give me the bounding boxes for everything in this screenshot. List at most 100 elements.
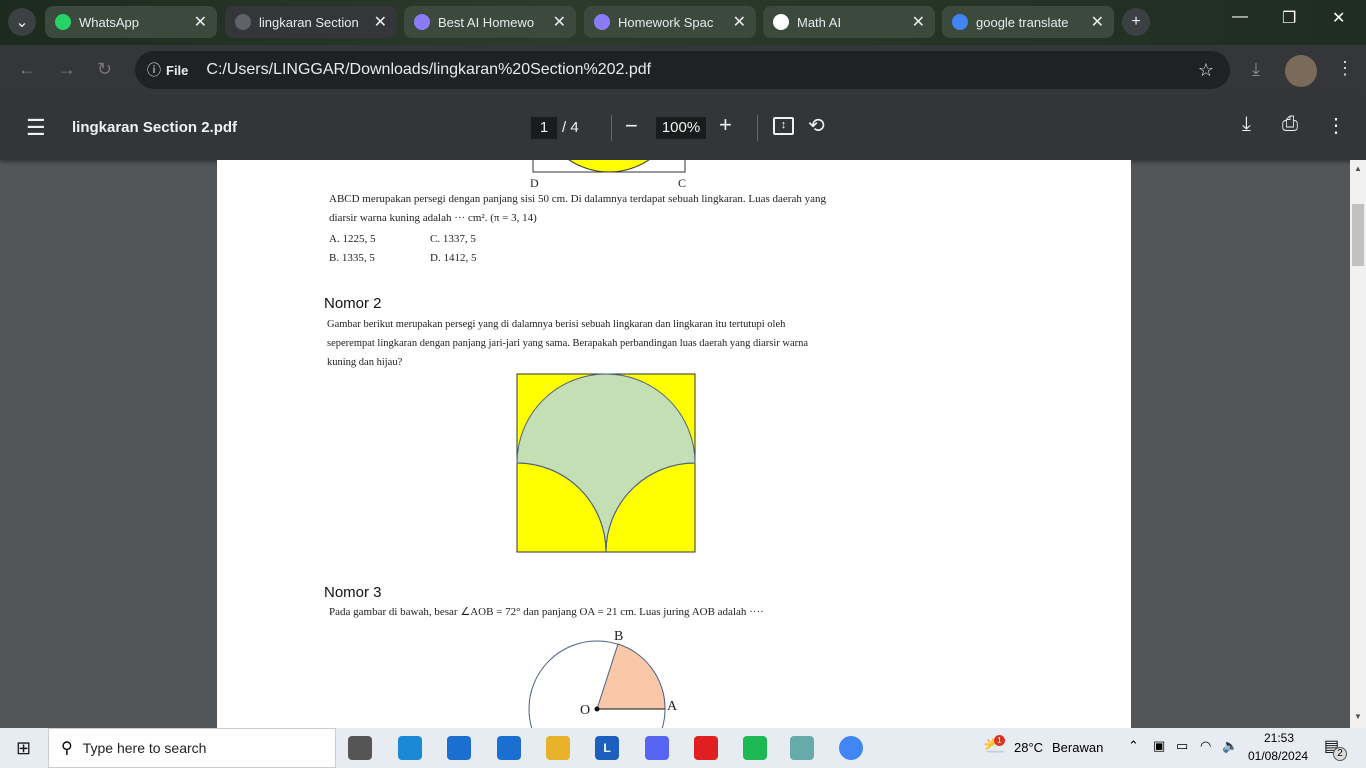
volume-icon[interactable]: 🔈 [1222, 738, 1238, 754]
taskbar-app-mail-icon[interactable] [497, 736, 521, 760]
label-d: D [530, 176, 539, 190]
menu-kebab-icon[interactable]: ⋮ [1336, 58, 1354, 79]
back-icon[interactable]: ← [18, 59, 36, 80]
label-b: B [614, 629, 624, 644]
hamburger-menu-icon[interactable]: ☰ [26, 115, 46, 141]
q3-sector [596, 643, 666, 710]
zoom-in-button[interactable]: + [719, 112, 732, 138]
label-c: C [678, 176, 687, 190]
close-tab-icon[interactable]: ✕ [912, 12, 925, 32]
q3-text: Pada gambar di bawah, besar ∠AOB = 72° d… [329, 606, 764, 618]
taskbar-app-L-icon[interactable]: L [595, 736, 619, 760]
tab-label: WhatsApp [79, 14, 139, 30]
q2-heading: Nomor 2 [324, 295, 382, 312]
address-bar-row: ← → ↻ ⓘ File C:/Users/LINGGAR/Downloads/… [0, 45, 1366, 97]
omnibox[interactable]: ⓘ File C:/Users/LINGGAR/Downloads/lingka… [135, 51, 1230, 89]
downloads-icon[interactable]: ⤓ [1252, 59, 1260, 80]
taskbar-app-file-explorer-icon[interactable] [546, 736, 570, 760]
taskbar: ⊞ ⚲ Type here to search L ⛅ 1 28°C Beraw… [0, 728, 1366, 768]
tab-strip: ⌄ WhatsApp ✕ lingkaran Section ✕ Best AI Hom… [0, 0, 1366, 45]
url-scheme-chip[interactable]: File [166, 63, 188, 78]
q1-option-c: C. 1337, 5 [430, 233, 476, 245]
whatsapp-icon [55, 14, 71, 30]
zoom-input[interactable]: 100% [656, 117, 706, 139]
tab-label: Best AI Homewo [438, 14, 535, 30]
taskbar-app-discord-icon[interactable] [645, 736, 669, 760]
divider [611, 115, 612, 141]
vertical-scrollbar[interactable]: ▲ ▼ [1350, 160, 1366, 728]
divider [757, 115, 758, 141]
tab-1[interactable]: lingkaran Section ✕ [225, 6, 397, 38]
tab-search-button[interactable]: ⌄ [8, 8, 36, 36]
battery-icon[interactable]: ▭ [1176, 738, 1188, 754]
tab-label: google translate [976, 14, 1069, 30]
q1-circle [568, 160, 650, 172]
q1-text: ABCD merupakan persegi dengan panjang si… [329, 193, 826, 205]
close-window-button[interactable]: ✕ [1332, 8, 1345, 28]
tab-3[interactable]: Homework Spac ✕ [584, 6, 756, 38]
bookmark-star-icon[interactable]: ☆ [1198, 60, 1214, 81]
tab-0[interactable]: WhatsApp ✕ [45, 6, 217, 38]
forward-icon[interactable]: → [58, 59, 76, 80]
ai-gem-icon [414, 14, 430, 30]
weather-text[interactable]: Berawan [1052, 740, 1103, 755]
info-icon[interactable]: ⓘ [147, 60, 161, 80]
more-actions-icon[interactable]: ⋮ [1326, 113, 1346, 138]
restore-button[interactable]: ❐ [1282, 8, 1296, 28]
tab-2[interactable]: Best AI Homewo ✕ [404, 6, 576, 38]
taskbar-app-spotify-icon[interactable] [743, 736, 767, 760]
close-tab-icon[interactable]: ✕ [733, 12, 746, 32]
camera-icon[interactable]: ▣ [1153, 738, 1165, 754]
tab-label: Math AI [797, 14, 842, 30]
label-a: A [667, 699, 678, 714]
close-tab-icon[interactable]: ✕ [194, 12, 207, 32]
clock-time[interactable]: 21:53 [1264, 731, 1294, 745]
taskbar-app-chrome-icon[interactable] [839, 736, 863, 760]
download-icon[interactable]: ⤓ [1242, 113, 1251, 136]
zoom-out-button[interactable]: − [625, 113, 638, 139]
tab-5[interactable]: google translate ✕ [942, 6, 1114, 38]
q3-center-point [594, 706, 600, 712]
taskbar-app-notes-icon[interactable] [790, 736, 814, 760]
q2-text: seperempat lingkaran dengan panjang jari… [327, 338, 809, 349]
math-ai-icon [773, 14, 789, 30]
taskbar-app-store-icon[interactable] [447, 736, 471, 760]
weather-badge: 1 [994, 735, 1005, 746]
page-number-input[interactable]: 1 [531, 117, 557, 139]
taskbar-app-youtube-music-icon[interactable] [694, 736, 718, 760]
label-o: O [580, 703, 591, 718]
chevron-up-icon[interactable]: ⌃ [1128, 738, 1139, 754]
rotate-icon[interactable]: ⟲ [808, 113, 825, 138]
wifi-icon[interactable]: ◠ [1200, 738, 1211, 754]
close-tab-icon[interactable]: ✕ [553, 12, 566, 32]
ai-gem-icon [594, 14, 610, 30]
close-tab-icon[interactable]: ✕ [1091, 12, 1104, 32]
q2-text: kuning dan hijau? [327, 357, 403, 368]
taskbar-app-task-view-icon[interactable] [348, 736, 372, 760]
clock-date[interactable]: 01/08/2024 [1248, 749, 1308, 763]
minimize-button[interactable]: — [1232, 8, 1248, 26]
taskbar-search-box[interactable]: ⚲ Type here to search [48, 728, 336, 768]
page-total: / 4 [562, 119, 579, 136]
new-tab-button[interactable]: + [1122, 8, 1150, 36]
tab-4[interactable]: Math AI ✕ [763, 6, 935, 38]
reload-icon[interactable]: ↻ [97, 59, 112, 80]
pdf-loading-icon [235, 14, 251, 30]
taskbar-app-edge-icon[interactable] [398, 736, 422, 760]
q3-heading: Nomor 3 [324, 584, 382, 601]
google-icon [952, 14, 968, 30]
pdf-page: D C ABCD merupakan persegi dengan panjan… [217, 160, 1131, 728]
q2-text: Gambar berikut merupakan persegi yang di… [327, 319, 786, 330]
print-icon[interactable]: ⎙ [1282, 113, 1298, 136]
close-tab-icon[interactable]: ✕ [374, 12, 387, 32]
search-icon: ⚲ [61, 740, 73, 757]
q1-option-d: D. 1412, 5 [430, 252, 477, 264]
scrollbar-thumb[interactable] [1352, 204, 1364, 266]
weather-temp[interactable]: 28°C [1014, 740, 1043, 755]
url-text[interactable]: C:/Users/LINGGAR/Downloads/lingkaran%20S… [206, 61, 651, 79]
fit-page-icon[interactable]: ↕ [773, 117, 794, 135]
search-placeholder: Type here to search [82, 740, 207, 756]
q1-option-a: A. 1225, 5 [329, 233, 376, 245]
windows-start-icon[interactable]: ⊞ [16, 738, 31, 759]
profile-avatar[interactable] [1285, 55, 1317, 87]
